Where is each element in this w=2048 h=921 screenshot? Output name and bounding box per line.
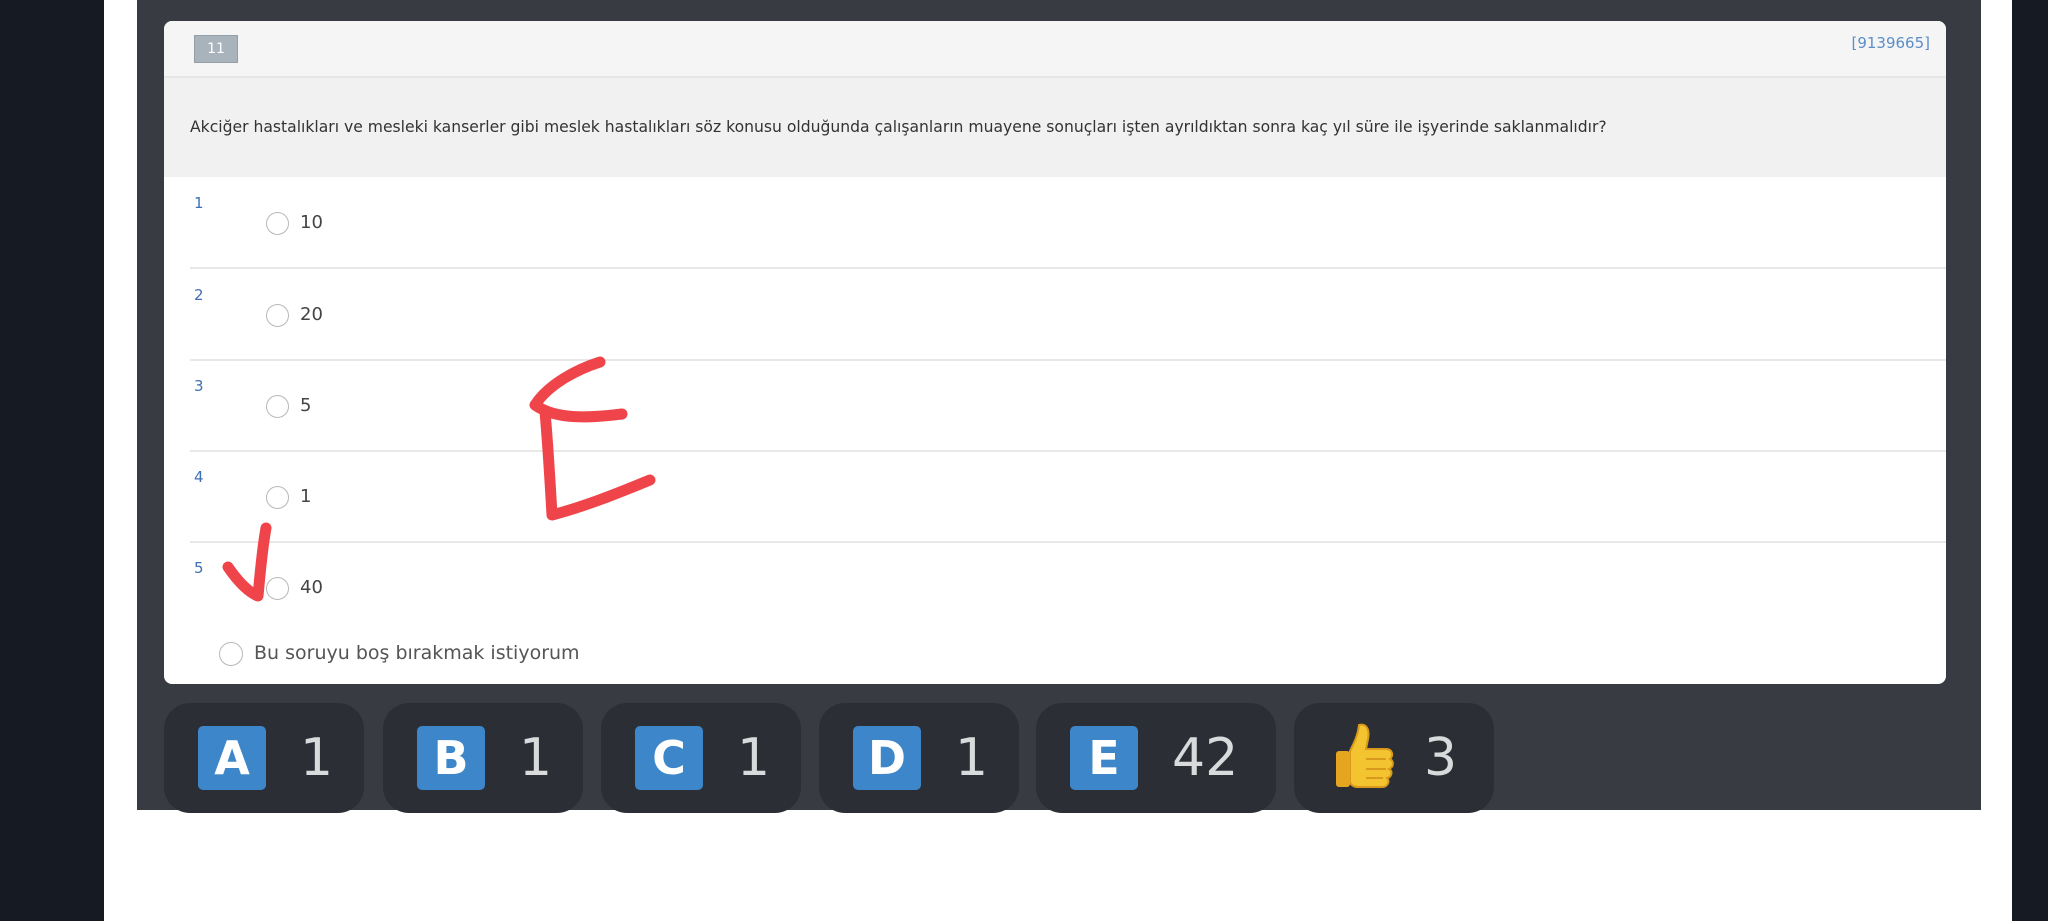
option-number: 2 bbox=[194, 286, 204, 304]
option-number: 1 bbox=[194, 194, 204, 212]
question-text: Akciğer hastalıkları ve mesleki kanserle… bbox=[190, 118, 1607, 136]
option-number: 3 bbox=[194, 377, 204, 395]
skip-question-radio[interactable] bbox=[219, 642, 243, 666]
question-number-badge: 11 bbox=[194, 35, 238, 63]
option-number: 4 bbox=[194, 468, 204, 486]
vote-letter-badge: B bbox=[417, 726, 485, 790]
option-label: 1 bbox=[300, 486, 312, 507]
option-radio[interactable] bbox=[266, 395, 289, 418]
option-label: 10 bbox=[300, 212, 323, 233]
option-radio[interactable] bbox=[266, 304, 289, 327]
answer-option-3[interactable]: 3 5 bbox=[190, 360, 1946, 452]
vote-letter-badge: D bbox=[853, 726, 921, 790]
option-label: 20 bbox=[300, 304, 323, 325]
vote-c-button[interactable]: C 1 bbox=[601, 703, 801, 813]
question-text-band: Akciğer hastalıkları ve mesleki kanserle… bbox=[164, 78, 1946, 177]
option-label: 40 bbox=[300, 577, 323, 598]
vote-letter-badge: C bbox=[635, 726, 703, 790]
vote-count: 42 bbox=[1172, 728, 1239, 788]
option-radio[interactable] bbox=[266, 212, 289, 235]
vote-count: 1 bbox=[737, 728, 771, 788]
question-card: 11 [9139665] Akciğer hastalıkları ve mes… bbox=[164, 21, 1946, 684]
option-number: 5 bbox=[194, 559, 204, 577]
vote-e-button[interactable]: E 42 bbox=[1036, 703, 1276, 813]
skip-question-label[interactable]: Bu soruyu boş bırakmak istiyorum bbox=[254, 642, 580, 664]
vote-count: 1 bbox=[519, 728, 553, 788]
answer-option-1[interactable]: 1 10 bbox=[190, 177, 1946, 269]
like-button[interactable]: 3 bbox=[1294, 703, 1494, 813]
answer-option-5[interactable]: 5 40 bbox=[190, 542, 1946, 632]
question-header: 11 [9139665] bbox=[164, 21, 1946, 78]
vote-d-button[interactable]: D 1 bbox=[819, 703, 1019, 813]
vote-count: 1 bbox=[955, 728, 989, 788]
option-radio[interactable] bbox=[266, 577, 289, 600]
like-count: 3 bbox=[1424, 728, 1458, 788]
vote-letter-badge: E bbox=[1070, 726, 1138, 790]
vote-letter-badge: A bbox=[198, 726, 266, 790]
option-label: 5 bbox=[300, 395, 312, 416]
vote-a-button[interactable]: A 1 bbox=[164, 703, 364, 813]
vote-b-button[interactable]: B 1 bbox=[383, 703, 583, 813]
vote-count: 1 bbox=[300, 728, 334, 788]
answer-option-4[interactable]: 4 1 bbox=[190, 451, 1946, 543]
thumbs-up-icon bbox=[1336, 723, 1394, 788]
answer-option-2[interactable]: 2 20 bbox=[190, 269, 1946, 361]
question-id-link[interactable]: [9139665] bbox=[1851, 34, 1930, 52]
option-radio[interactable] bbox=[266, 486, 289, 509]
